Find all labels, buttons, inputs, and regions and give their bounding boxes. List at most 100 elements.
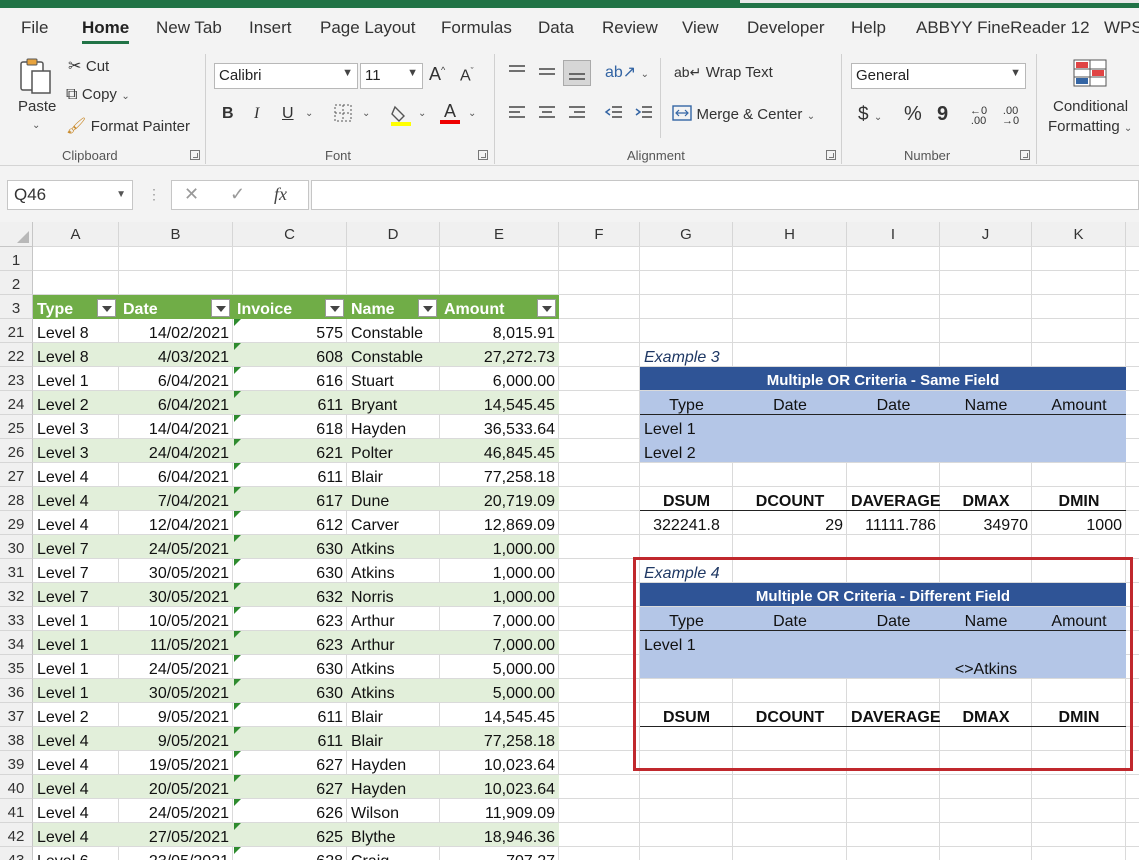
filter-dropdown-icon[interactable] <box>325 299 344 317</box>
comma-button[interactable]: 9 <box>937 103 948 126</box>
table-cell[interactable]: 632 <box>233 583 347 607</box>
row-header-38[interactable]: 38 <box>0 727 33 751</box>
column-header-f[interactable]: F <box>559 222 640 247</box>
increase-decimal-button[interactable]: ←0.00 <box>970 106 987 127</box>
tab-insert[interactable]: Insert <box>249 18 292 38</box>
column-header-e[interactable]: E <box>440 222 559 247</box>
table-cell[interactable]: Level 2 <box>33 391 119 415</box>
tab-formulas[interactable]: Formulas <box>441 18 512 38</box>
row-header-1[interactable]: 1 <box>0 247 33 271</box>
tab-review[interactable]: Review <box>602 18 658 38</box>
table-cell[interactable]: Level 6 <box>33 847 119 860</box>
table-cell[interactable]: Dune <box>347 487 440 511</box>
table-cell[interactable]: 630 <box>233 535 347 559</box>
table-cell[interactable]: Atkins <box>347 559 440 583</box>
table-cell[interactable]: 12/04/2021 <box>119 511 233 535</box>
table-cell[interactable]: Atkins <box>347 655 440 679</box>
table-cell[interactable]: 621 <box>233 439 347 463</box>
table-cell[interactable]: 24/05/2021 <box>119 799 233 823</box>
number-launcher-icon[interactable] <box>1020 150 1030 160</box>
italic-button[interactable]: I <box>254 105 259 123</box>
table-cell[interactable]: 625 <box>233 823 347 847</box>
column-header-i[interactable]: I <box>847 222 940 247</box>
row-header-37[interactable]: 37 <box>0 703 33 727</box>
filter-dropdown-icon[interactable] <box>537 299 556 317</box>
table-cell[interactable]: 608 <box>233 343 347 367</box>
chevron-down-icon[interactable]: ⌄ <box>305 108 313 119</box>
column-header-g[interactable]: G <box>640 222 733 247</box>
drag-handle-icon[interactable]: ⋮ <box>147 186 161 203</box>
name-box[interactable]: Q46 ▼ <box>7 180 133 210</box>
table-cell[interactable]: Level 1 <box>33 607 119 631</box>
top-align-button[interactable] <box>507 62 527 85</box>
table-cell[interactable]: 8,015.91 <box>440 319 559 343</box>
wrap-text-button[interactable]: ab↵ Wrap Text <box>674 64 773 82</box>
example3-criteria-type[interactable]: Level 1 <box>640 415 733 439</box>
font-size-combo[interactable]: 11 ▼ <box>360 63 423 89</box>
row-header-36[interactable]: 36 <box>0 679 33 703</box>
increase-indent-button[interactable] <box>634 104 654 127</box>
column-header-k[interactable]: K <box>1032 222 1126 247</box>
row-header-30[interactable]: 30 <box>0 535 33 559</box>
table-cell[interactable]: 6/04/2021 <box>119 367 233 391</box>
table-cell[interactable]: 4/03/2021 <box>119 343 233 367</box>
row-header-32[interactable]: 32 <box>0 583 33 607</box>
table-cell[interactable]: 618 <box>233 415 347 439</box>
example3-criteria-header[interactable]: Date <box>847 391 940 415</box>
table-cell[interactable]: 5,000.00 <box>440 655 559 679</box>
table-cell[interactable]: 6/04/2021 <box>119 463 233 487</box>
table-cell[interactable]: Constable <box>347 319 440 343</box>
tab-wps[interactable]: WPS <box>1104 18 1139 38</box>
table-cell[interactable]: Stuart <box>347 367 440 391</box>
table-cell[interactable]: 46,845.45 <box>440 439 559 463</box>
table-cell[interactable]: 7/04/2021 <box>119 487 233 511</box>
bold-button[interactable]: B <box>222 105 234 123</box>
table-cell[interactable]: 77,258.18 <box>440 727 559 751</box>
table-cell[interactable]: 611 <box>233 703 347 727</box>
table-cell[interactable]: Atkins <box>347 535 440 559</box>
paste-button[interactable]: Paste ⌄ <box>18 56 56 136</box>
table-cell[interactable]: Level 7 <box>33 583 119 607</box>
tab-data[interactable]: Data <box>538 18 574 38</box>
table-cell[interactable]: 616 <box>233 367 347 391</box>
table-cell[interactable]: Level 4 <box>33 799 119 823</box>
table-cell[interactable]: 627 <box>233 751 347 775</box>
example3-criteria-header[interactable]: Amount <box>1032 391 1126 415</box>
table-cell[interactable]: Arthur <box>347 631 440 655</box>
number-format-combo[interactable]: General ▼ <box>851 63 1026 89</box>
table-cell[interactable]: 7,000.00 <box>440 631 559 655</box>
table-cell[interactable]: Blair <box>347 703 440 727</box>
table-cell[interactable]: Level 2 <box>33 703 119 727</box>
table-cell[interactable]: 30/05/2021 <box>119 679 233 703</box>
currency-button[interactable]: $ ⌄ <box>858 104 882 126</box>
table-cell[interactable]: 30/05/2021 <box>119 559 233 583</box>
example3-criteria-type[interactable]: Level 2 <box>640 439 733 463</box>
table-cell[interactable]: 628 <box>233 847 347 860</box>
tab-home[interactable]: Home <box>82 18 130 44</box>
insert-function-icon[interactable]: fx <box>274 184 287 205</box>
cut-button[interactable]: ✂ Cut <box>68 56 109 76</box>
table-cell[interactable]: 626 <box>233 799 347 823</box>
table-cell[interactable]: 623 <box>233 631 347 655</box>
table-cell[interactable]: 20/05/2021 <box>119 775 233 799</box>
table-cell[interactable]: 1,000.00 <box>440 535 559 559</box>
row-header-40[interactable]: 40 <box>0 775 33 799</box>
example3-criteria-header[interactable]: Type <box>640 391 733 415</box>
table-cell[interactable]: 6/04/2021 <box>119 391 233 415</box>
chevron-down-icon[interactable]: ⌄ <box>418 108 426 119</box>
table-cell[interactable]: Hayden <box>347 751 440 775</box>
example3-result-dsum[interactable]: 322241.8 <box>640 511 733 535</box>
table-cell[interactable]: 19/05/2021 <box>119 751 233 775</box>
table-cell[interactable]: 630 <box>233 679 347 703</box>
filter-dropdown-icon[interactable] <box>97 299 116 317</box>
conditional-formatting-button[interactable]: Conditional Formatting ⌄ <box>1046 56 1139 146</box>
bottom-align-button[interactable] <box>563 60 591 86</box>
example3-func-daverage[interactable]: DAVERAGE <box>847 487 940 511</box>
example3-func-dmax[interactable]: DMAX <box>940 487 1032 511</box>
table-cell[interactable]: Level 1 <box>33 679 119 703</box>
table-cell[interactable]: Bryant <box>347 391 440 415</box>
clipboard-launcher-icon[interactable] <box>190 150 200 160</box>
filter-dropdown-icon[interactable] <box>211 299 230 317</box>
column-header-b[interactable]: B <box>119 222 233 247</box>
tab-file[interactable]: File <box>21 18 48 38</box>
